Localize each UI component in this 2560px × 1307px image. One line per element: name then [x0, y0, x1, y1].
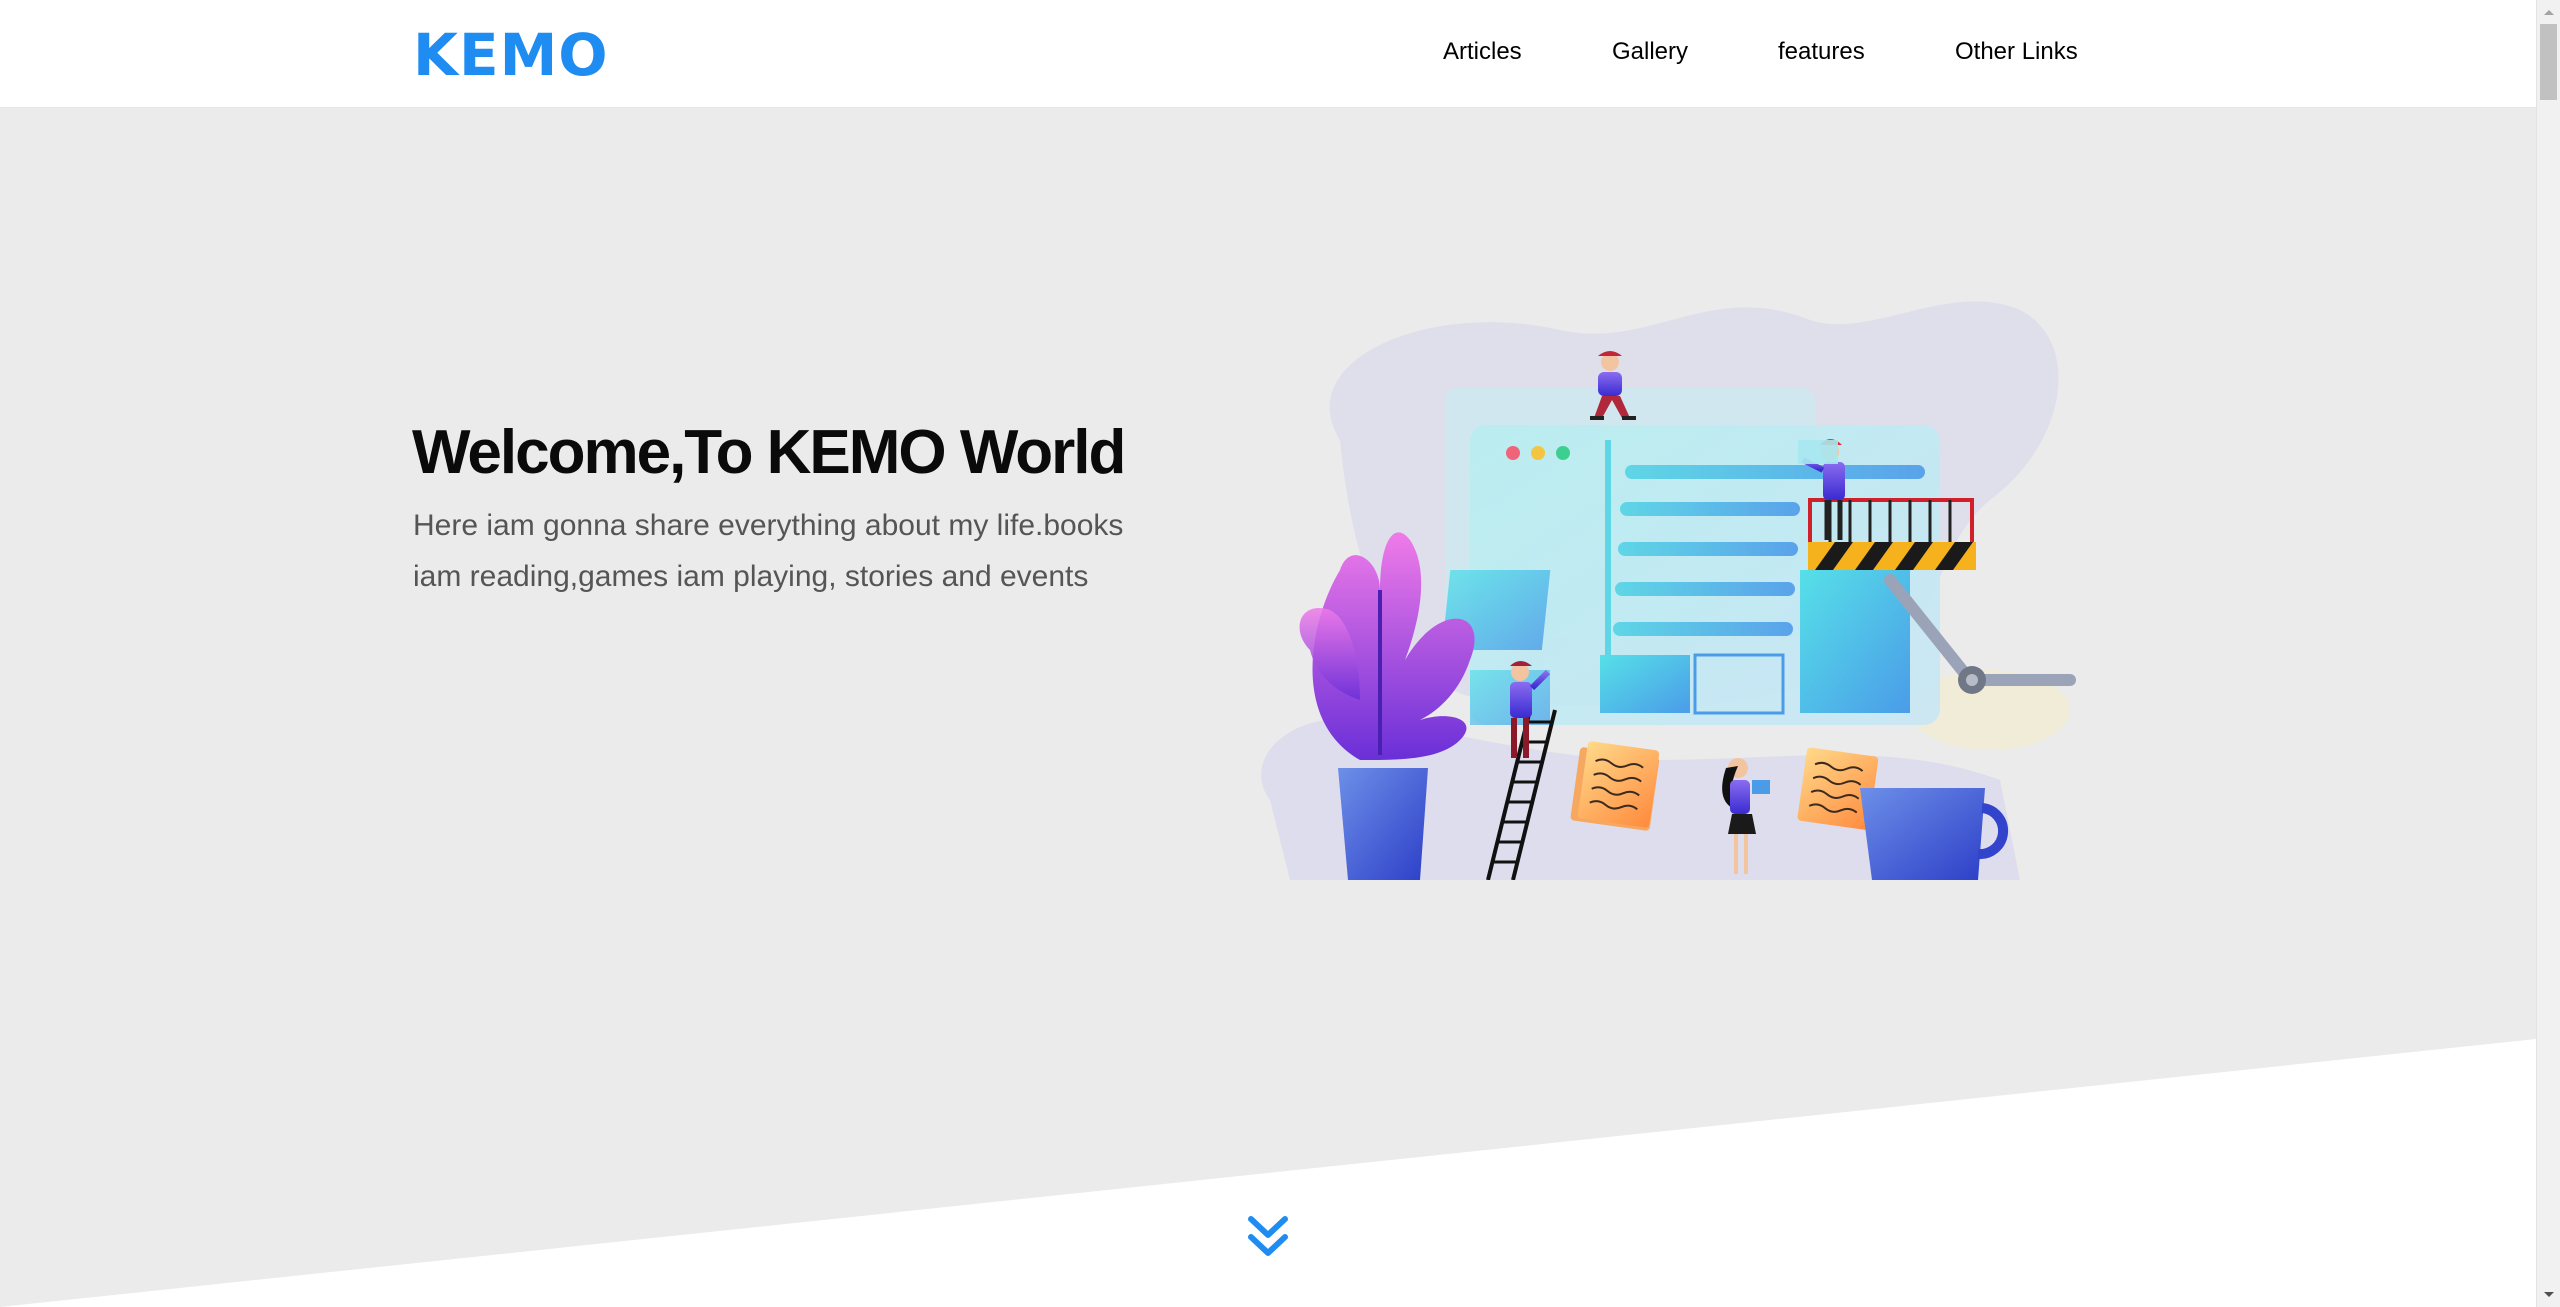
nav-articles[interactable]: Articles	[1443, 38, 1522, 66]
nav-gallery[interactable]: Gallery	[1612, 38, 1688, 66]
nav-features[interactable]: features	[1778, 38, 1865, 66]
hero-description: Here iam gonna share everything about my…	[413, 509, 1124, 593]
vertical-scrollbar[interactable]	[2536, 0, 2560, 1307]
hero-illustration	[1261, 301, 2076, 880]
logo[interactable]: KEMO	[413, 20, 609, 90]
scroll-down-arrow-icon[interactable]	[2537, 1283, 2560, 1307]
double-chevron-down-icon[interactable]	[1247, 1215, 1289, 1259]
site-header: KEMO Articles Gallery features Other Lin…	[0, 0, 2536, 108]
nav-other-links[interactable]: Other Links	[1955, 38, 2078, 66]
scrollbar-thumb[interactable]	[2540, 24, 2557, 100]
hero-title: Welcome,To KEMO World	[412, 418, 1126, 487]
scroll-up-arrow-icon[interactable]	[2537, 0, 2560, 24]
